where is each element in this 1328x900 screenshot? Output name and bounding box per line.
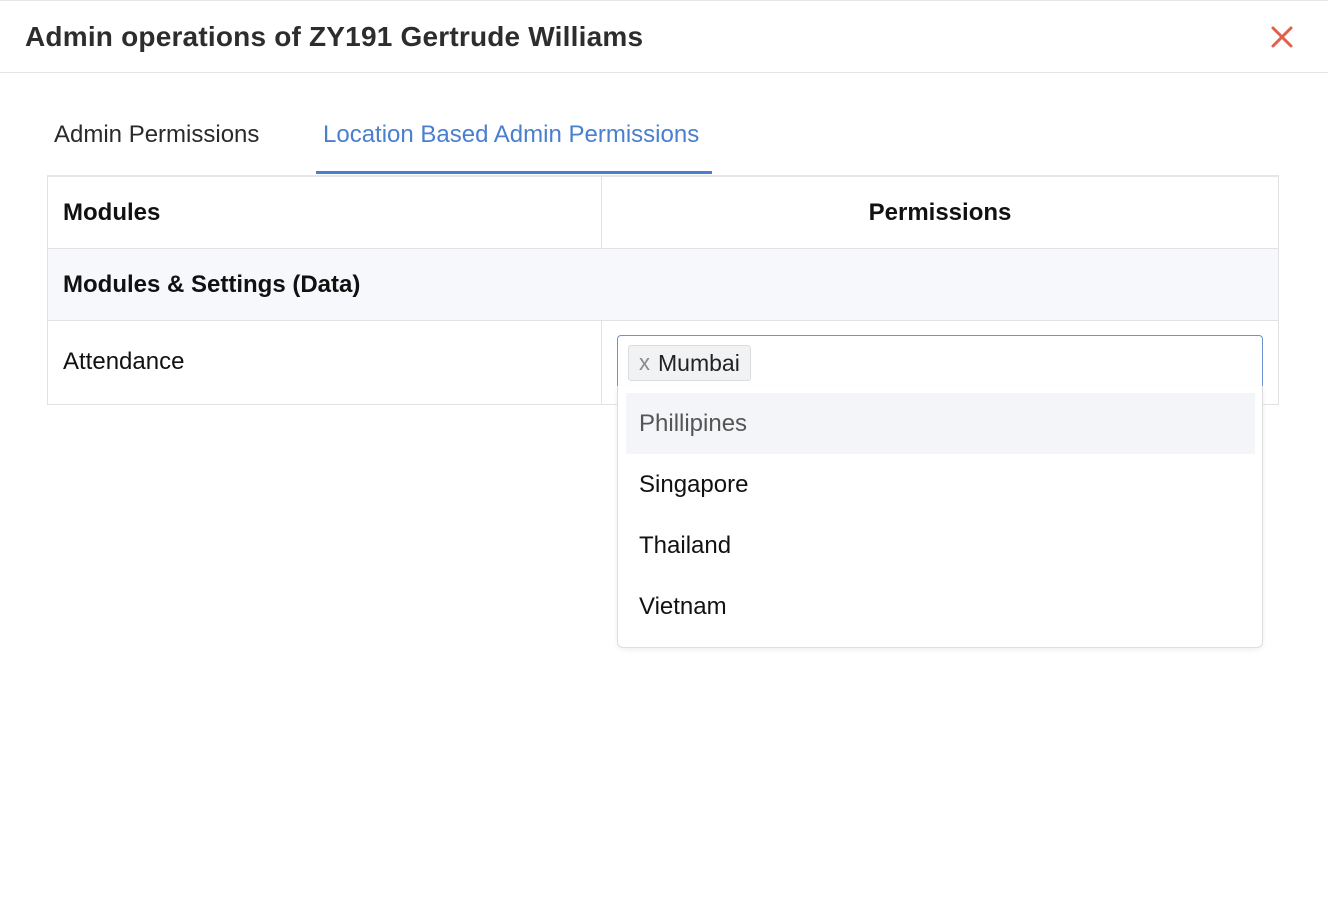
- dropdown-option-singapore[interactable]: Singapore: [626, 454, 1255, 515]
- section-label: Modules & Settings (Data): [63, 271, 361, 298]
- dropdown-option-vietnam[interactable]: Vietnam: [626, 576, 1255, 637]
- close-icon: [1271, 26, 1293, 48]
- module-name: Attendance: [63, 348, 185, 375]
- tab-admin-permissions[interactable]: Admin Permissions: [54, 121, 259, 149]
- selected-location-chip: x Mumbai: [628, 345, 751, 381]
- column-header-permissions: Permissions: [868, 199, 1012, 226]
- dialog-header: Admin operations of ZY191 Gertrude Willi…: [0, 1, 1328, 73]
- chip-label: Mumbai: [658, 349, 740, 376]
- dropdown-option-thailand[interactable]: Thailand: [626, 515, 1255, 576]
- column-header-modules: Modules: [63, 199, 161, 226]
- column-divider: [601, 321, 602, 405]
- dialog-title: Admin operations of ZY191 Gertrude Willi…: [25, 21, 644, 52]
- section-row: Modules & Settings (Data): [48, 249, 1278, 321]
- chip-remove-button[interactable]: x: [639, 352, 650, 374]
- active-tab-indicator: [316, 171, 712, 174]
- location-dropdown-menu: Phillipines Singapore Thailand Vietnam: [617, 386, 1263, 648]
- admin-operations-dialog: Admin operations of ZY191 Gertrude Willi…: [0, 0, 1328, 900]
- location-multiselect[interactable]: x Mumbai: [617, 335, 1263, 387]
- tab-location-based-admin-permissions[interactable]: Location Based Admin Permissions: [323, 121, 699, 149]
- close-button[interactable]: [1266, 21, 1298, 53]
- tab-bar: Admin Permissions Location Based Admin P…: [47, 101, 1279, 175]
- table-header-row: Modules Permissions: [48, 177, 1278, 249]
- dropdown-option-phillipines[interactable]: Phillipines: [626, 393, 1255, 454]
